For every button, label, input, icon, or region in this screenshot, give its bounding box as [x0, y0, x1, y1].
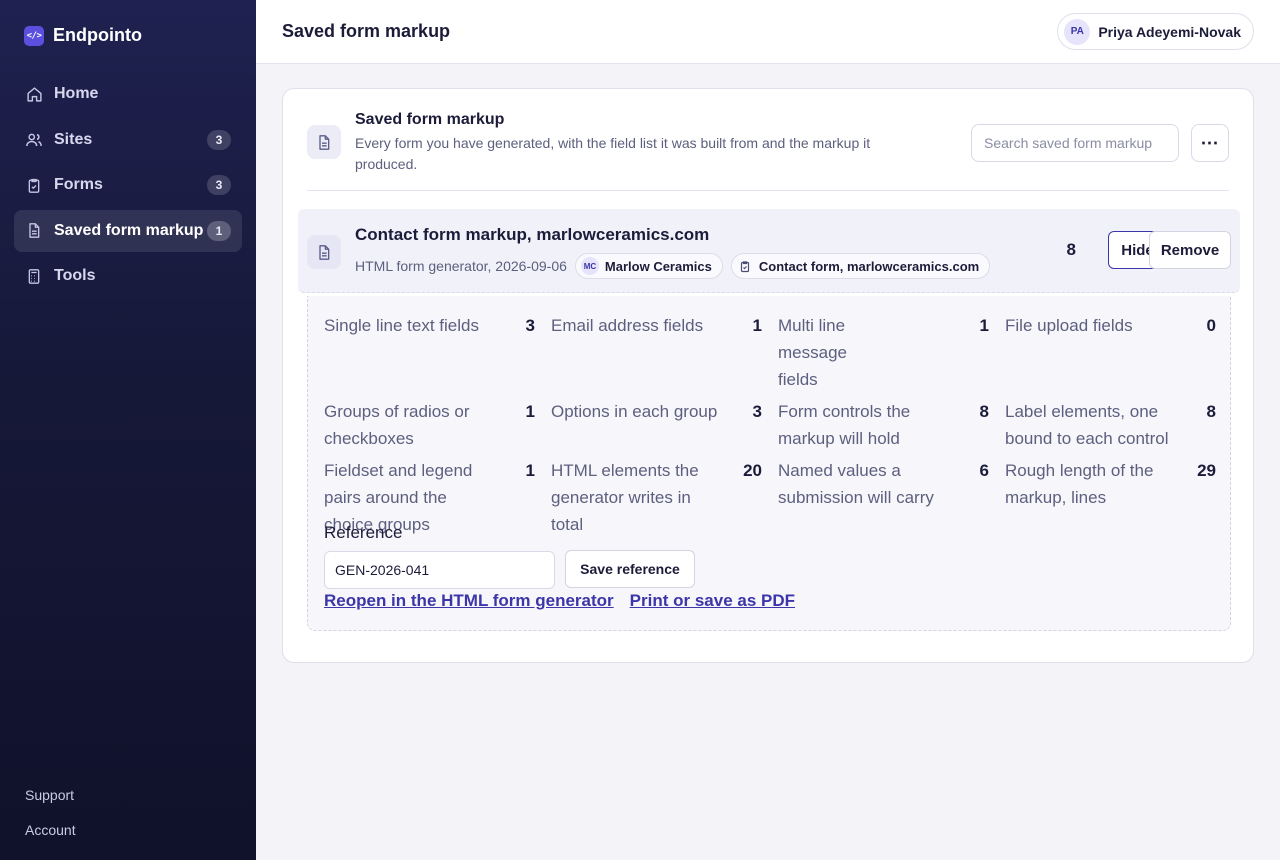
panel-title: Saved form markup: [355, 111, 505, 128]
stat-value: 3: [752, 402, 762, 421]
stat-item: Form controls the markup will hold 8: [778, 398, 1005, 452]
stat-label: Form controls the markup will hold: [778, 402, 911, 448]
stat-item: Rough length of the markup, lines 29: [1005, 457, 1216, 538]
site-avatar: MC: [580, 257, 599, 275]
record-title: Contact form markup, marlowceramics.com: [355, 225, 710, 244]
sidebar-item-label: Sites: [54, 130, 93, 148]
sidebar-item-home[interactable]: Home: [14, 73, 242, 115]
code-icon: </>: [24, 25, 44, 46]
sidebar-item-forms[interactable]: Forms 3: [14, 164, 242, 206]
users-icon: [25, 131, 43, 149]
sidebar-item-label: Saved form markup: [54, 221, 204, 239]
stat-item: Email address fields 1: [551, 312, 778, 393]
stat-label: Named values a submission will carry: [778, 461, 934, 507]
record-count: 8: [1066, 240, 1076, 259]
search-input[interactable]: [971, 124, 1179, 162]
stat-item: Label elements, one bound to each contro…: [1005, 398, 1216, 452]
reference-input[interactable]: [324, 551, 555, 589]
stat-value: 6: [979, 461, 989, 480]
stat-item: HTML elements the generator writes in to…: [551, 457, 778, 538]
topbar: Saved form markup PA Priya Adeyemi-Novak: [256, 0, 1280, 64]
stat-item: Options in each group 3: [551, 398, 778, 452]
sidebar-item-sites[interactable]: Sites 3: [14, 119, 242, 161]
site-pill[interactable]: MC Marlow Ceramics: [574, 253, 723, 279]
user-name: Priya Adeyemi-Novak: [1098, 23, 1241, 40]
stat-label: Multi line message fields: [778, 316, 847, 389]
brand-name: Endpointo: [53, 25, 142, 45]
site-pill-label: Marlow Ceramics: [604, 258, 712, 274]
avatar: PA: [1064, 18, 1091, 45]
sidebar-item-tools[interactable]: Tools: [14, 255, 242, 297]
stat-label: Label elements, one bound to each contro…: [1005, 402, 1169, 448]
stat-label: Single line text fields: [324, 316, 479, 335]
save-reference-button[interactable]: Save reference: [565, 550, 695, 588]
document-icon: [307, 125, 341, 159]
stat-value: 3: [525, 316, 535, 335]
clipboard-icon: [737, 258, 753, 274]
panel-description: Every form you have generated, with the …: [355, 135, 871, 172]
stat-item: Named values a submission will carry 6: [778, 457, 1005, 538]
stats-grid: Single line text fields 3 Email address f…: [324, 312, 1216, 538]
saved-markup-panel: Saved form markup Every form you have ge…: [282, 88, 1254, 663]
stat-item: Single line text fields 3: [324, 312, 551, 393]
sidebar-nav: Home Sites 3 Forms 3 Saved form markup 1: [14, 73, 242, 301]
account-link[interactable]: Account: [25, 822, 76, 838]
reopen-generator-link[interactable]: Reopen in the HTML form generator: [324, 591, 614, 611]
stat-value: 8: [1206, 402, 1216, 421]
panel-header: Saved form markup Every form you have ge…: [307, 109, 1229, 191]
record-source-date: HTML form generator, 2026-09-06: [355, 258, 567, 274]
stat-label: Rough length of the markup, lines: [1005, 461, 1154, 507]
document-icon: [25, 222, 43, 240]
stat-item: Multi line message fields 1: [778, 312, 1005, 393]
stat-value: 20: [743, 461, 762, 480]
count-badge: 3: [207, 129, 231, 150]
saved-markup-row[interactable]: Contact form markup, marlowceramics.com …: [298, 209, 1240, 293]
record-details: Single line text fields 3 Email address f…: [307, 296, 1231, 631]
form-pill[interactable]: Contact form, marlowceramics.com: [730, 253, 991, 279]
print-pdf-link[interactable]: Print or save as PDF: [630, 591, 795, 611]
calculator-icon: [25, 267, 43, 285]
stat-value: 0: [1206, 316, 1216, 335]
brand[interactable]: </> Endpointo: [24, 25, 142, 46]
stat-value: 1: [979, 316, 989, 335]
stat-label: File upload fields: [1005, 316, 1133, 335]
stat-item: File upload fields 0: [1005, 312, 1216, 393]
stat-label: Email address fields: [551, 316, 704, 335]
count-badge: 3: [207, 175, 231, 195]
form-pill-label: Contact form, marlowceramics.com: [758, 258, 980, 274]
stat-value: 1: [525, 461, 535, 480]
stat-value: 1: [752, 316, 762, 335]
stat-label: HTML elements the generator writes in to…: [551, 461, 699, 534]
sidebar: </> Endpointo Home Sites 3 Forms 3 Saved…: [0, 0, 256, 860]
user-menu[interactable]: PA Priya Adeyemi-Novak: [1057, 13, 1254, 50]
count-badge: 1: [207, 220, 231, 241]
remove-button[interactable]: Remove: [1149, 231, 1231, 269]
document-icon: [307, 235, 341, 269]
page-title: Saved form markup: [282, 21, 451, 41]
stat-value: 8: [979, 402, 989, 421]
sidebar-item-label: Home: [54, 85, 99, 102]
more-icon: ⋯: [1200, 132, 1220, 153]
stat-label: Groups of radios or checkboxes: [324, 402, 470, 448]
sidebar-item-saved-form-markup[interactable]: Saved form markup 1: [14, 209, 242, 252]
stat-label: Options in each group: [551, 402, 718, 421]
more-options-button[interactable]: ⋯: [1191, 124, 1229, 162]
sidebar-item-label: Tools: [54, 267, 96, 284]
sidebar-footer: Support Account: [25, 768, 76, 838]
clipboard-icon: [25, 176, 43, 194]
stat-value: 29: [1197, 461, 1216, 480]
record-links: Reopen in the HTML form generator Print …: [324, 591, 795, 611]
reference-label: Reference: [324, 523, 403, 542]
stat-value: 1: [525, 402, 535, 421]
record-meta: HTML form generator, 2026-09-06 MC Marlo…: [355, 253, 991, 279]
home-icon: [25, 85, 43, 103]
support-link[interactable]: Support: [25, 787, 76, 803]
stat-item: Groups of radios or checkboxes 1: [324, 398, 551, 452]
sidebar-item-label: Forms: [54, 176, 103, 193]
